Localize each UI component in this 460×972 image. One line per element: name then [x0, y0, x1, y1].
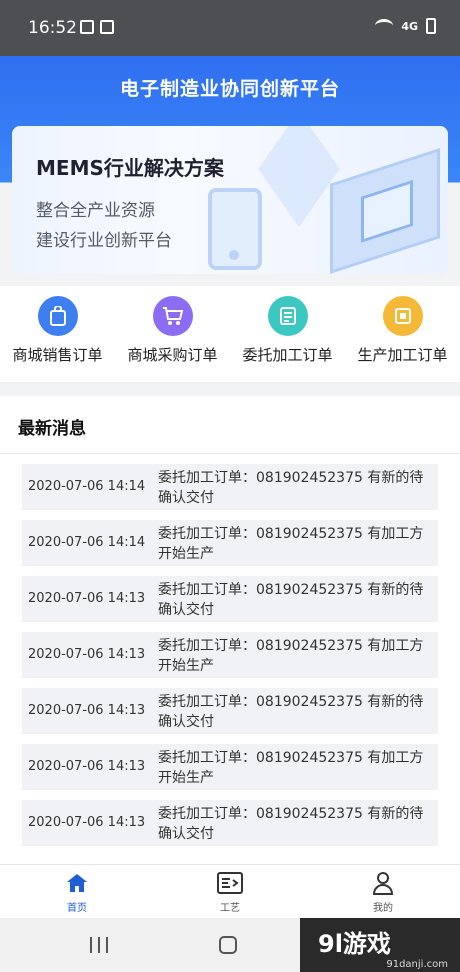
home-button[interactable]: [219, 936, 237, 954]
cart-icon: [152, 296, 193, 336]
promo-banner[interactable]: MEMS行业解决方案 整合全产业资源 建设行业创新平台: [12, 126, 448, 274]
tab-home[interactable]: 首页: [27, 871, 127, 914]
watermark-brand: 9l游戏: [318, 930, 391, 958]
menu-item-label: 商城采购订单: [127, 346, 218, 364]
menu-item-outsource-order[interactable]: 委托加工订单: [230, 296, 345, 365]
tab-label: 我的: [373, 903, 393, 914]
document-icon: [267, 296, 308, 336]
news-message: 委托加工订单：081902452375 有新的待确认交付: [158, 694, 424, 730]
news-section: 最新消息 2020-07-06 14:14 委托加工订单：08190245237…: [0, 396, 460, 864]
menu-item-production-order[interactable]: 生产加工订单: [345, 296, 460, 365]
news-message: 委托加工订单：081902452375 有新的待确认交付: [158, 470, 424, 506]
news-message: 委托加工订单：081902452375 有新的待确认交付: [158, 582, 424, 618]
system-nav-bar: 9l游戏 91danji.com: [0, 918, 460, 972]
recents-button[interactable]: [90, 937, 108, 953]
news-item[interactable]: 2020-07-06 14:13 委托加工订单：081902452375 有新的…: [22, 688, 438, 734]
tab-mine[interactable]: 我的: [333, 871, 433, 914]
news-item[interactable]: 2020-07-06 14:14 委托加工订单：081902452375 有新的…: [22, 464, 438, 510]
shopping-bag-icon: [37, 296, 78, 336]
phone-illustration: [208, 188, 262, 270]
home-icon: [27, 871, 127, 895]
news-date: 2020-07-06 14:13: [28, 815, 146, 830]
signal-icon: 4G: [401, 19, 418, 33]
status-bar: 16:52 4G: [0, 0, 460, 56]
banner-line-2: 建设行业创新平台: [36, 231, 172, 251]
cube-illustration: [258, 126, 340, 228]
process-icon: [180, 871, 280, 895]
menu-item-label: 商城销售订单: [12, 346, 103, 364]
menu-item-label: 委托加工订单: [242, 346, 333, 364]
news-date: 2020-07-06 14:13: [28, 591, 146, 606]
news-date: 2020-07-06 14:14: [28, 479, 146, 494]
news-item[interactable]: 2020-07-06 14:13 委托加工订单：081902452375 有加工…: [22, 744, 438, 790]
notification-icon: [100, 20, 114, 34]
news-date: 2020-07-06 14:13: [28, 647, 146, 662]
user-icon: [333, 871, 433, 895]
news-item[interactable]: 2020-07-06 14:14 委托加工订单：081902452375 有加工…: [22, 520, 438, 566]
wifi-icon: [375, 19, 394, 33]
factory-icon: [382, 296, 423, 336]
menu-item-purchase-order[interactable]: 商城采购订单: [115, 296, 230, 365]
news-date: 2020-07-06 14:14: [28, 535, 146, 550]
menu-item-label: 生产加工订单: [357, 346, 448, 364]
gallery-icon: [80, 20, 94, 34]
bottom-tab-bar: 首页 工艺 我的: [0, 864, 460, 918]
news-item[interactable]: 2020-07-06 14:13 委托加工订单：081902452375 有新的…: [22, 576, 438, 622]
news-message: 委托加工订单：081902452375 有加工方开始生产: [158, 638, 424, 674]
banner-line-1: 整合全产业资源: [36, 201, 155, 221]
news-message: 委托加工订单：081902452375 有加工方开始生产: [158, 526, 424, 562]
news-date: 2020-07-06 14:13: [28, 703, 146, 718]
news-message: 委托加工订单：081902452375 有新的待确认交付: [158, 806, 424, 842]
watermark: 9l游戏 91danji.com: [300, 918, 460, 972]
menu-item-sales-order[interactable]: 商城销售订单: [0, 296, 115, 365]
news-item[interactable]: 2020-07-06 14:13 委托加工订单：081902452375 有加工…: [22, 632, 438, 678]
page-title: 电子制造业协同创新平台: [119, 78, 340, 100]
news-message: 委托加工订单：081902452375 有加工方开始生产: [158, 750, 424, 786]
news-item[interactable]: 2020-07-06 14:13 委托加工订单：081902452375 有新的…: [22, 800, 438, 846]
tab-label: 首页: [67, 903, 87, 914]
quick-menu: 商城销售订单 商城采购订单 委托加工订单 生产加工订单: [0, 286, 460, 382]
news-title: 最新消息: [18, 419, 86, 439]
battery-icon: [426, 18, 436, 34]
watermark-url: 91danji.com: [386, 959, 448, 970]
divider: [0, 453, 460, 454]
tab-label: 工艺: [220, 903, 240, 914]
status-time: 16:52: [28, 18, 77, 38]
banner-title: MEMS行业解决方案: [36, 156, 224, 180]
news-date: 2020-07-06 14:13: [28, 759, 146, 774]
status-right: 4G: [375, 18, 436, 34]
tab-process[interactable]: 工艺: [180, 871, 280, 914]
chip-illustration: [330, 148, 440, 274]
